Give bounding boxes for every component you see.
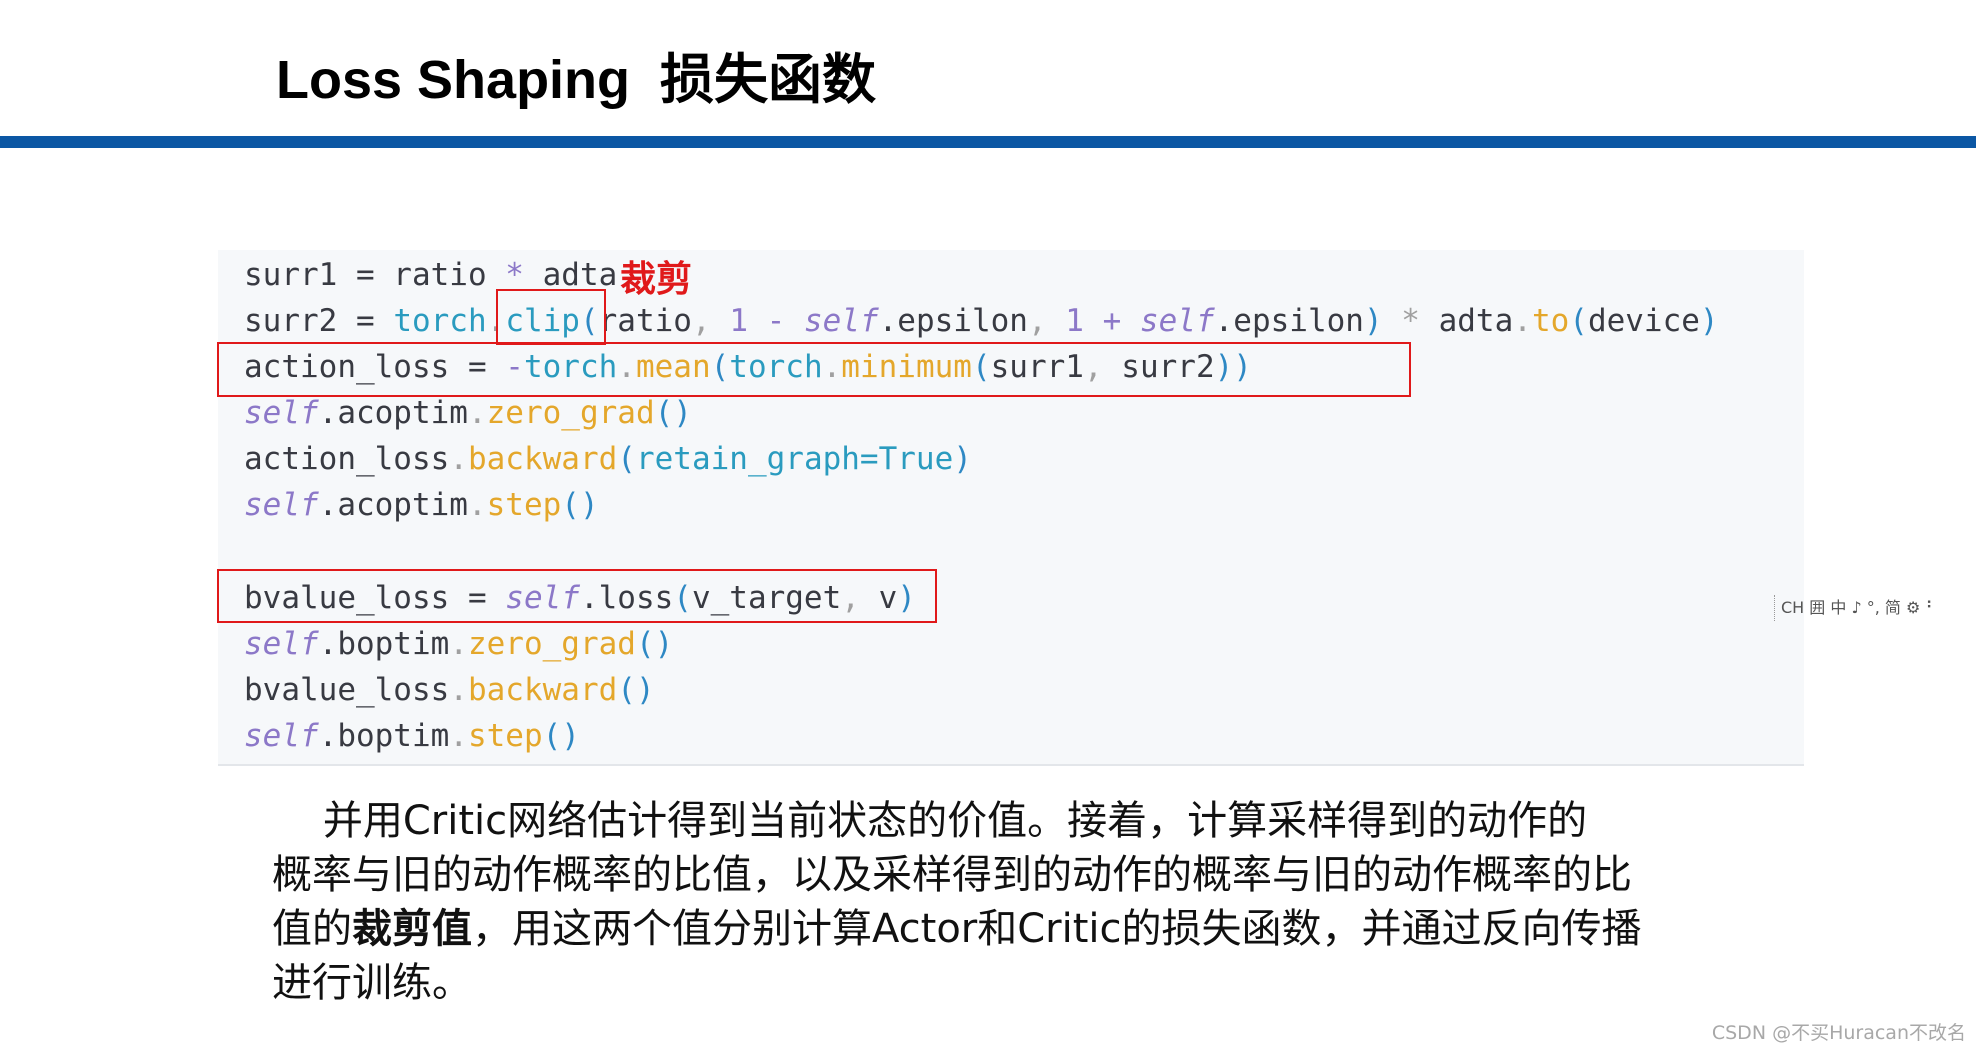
code-operator: - <box>747 303 804 339</box>
code-method: backward <box>467 441 618 477</box>
code-text: surr2 = <box>244 303 394 339</box>
code-dot: . <box>449 626 468 662</box>
code-paren: ) <box>1363 303 1383 339</box>
code-dot: . <box>467 395 487 431</box>
code-dot: . <box>449 672 468 708</box>
clip-annotation-label: 裁剪 <box>620 259 693 300</box>
code-dot: . <box>467 487 487 523</box>
code-module: torch <box>393 303 487 339</box>
code-text: .epsilon <box>1214 303 1364 339</box>
code-self: self <box>1139 303 1215 339</box>
code-dot: . <box>449 718 468 754</box>
code-dot: . <box>449 441 468 477</box>
action-loss-highlight-box <box>217 342 1411 397</box>
code-number: 1 <box>1065 303 1084 339</box>
code-self: self <box>244 626 319 662</box>
code-self: self <box>244 395 319 431</box>
paragraph-emphasis: 裁剪值 <box>352 906 472 952</box>
code-self: self <box>244 718 319 754</box>
watermark: CSDN @不买Huracan不改名 <box>1711 1022 1966 1044</box>
code-comma: , <box>691 303 711 339</box>
code-paren: ) <box>1699 303 1719 339</box>
code-text: surr1 = ratio <box>244 257 506 293</box>
paragraph-line: 并用Critic网络估计得到当前状态的价值。接着，计算采样得到的动作的 <box>272 798 1588 844</box>
code-text: .boptim <box>318 626 450 662</box>
code-keyword-arg: retain_graph=True <box>635 441 954 477</box>
clip-highlight-box <box>496 289 606 345</box>
code-method: step <box>467 718 543 754</box>
code-method: to <box>1531 303 1570 339</box>
code-operator: + <box>1083 303 1140 339</box>
paragraph-line: 值的裁剪值，用这两个值分别计算Actor和Critic的损失函数，并通过反向传播 <box>272 902 1772 956</box>
code-paren: () <box>542 718 580 754</box>
code-number: 1 <box>729 303 748 339</box>
code-line-8: self.boptim.zero_grad() <box>244 621 673 667</box>
code-text: .acoptim <box>318 395 468 431</box>
code-self: self <box>244 487 319 523</box>
slide-title: Loss Shaping 损失函数 <box>276 50 877 110</box>
code-paren: () <box>654 395 692 431</box>
code-paren: ( <box>617 441 636 477</box>
code-paren: () <box>635 626 674 662</box>
code-method: zero_grad <box>486 395 655 431</box>
description-paragraph: 并用Critic网络估计得到当前状态的价值。接着，计算采样得到的动作的 概率与旧… <box>272 794 1772 1010</box>
code-text: bvalue_loss <box>244 672 450 708</box>
code-text: adta <box>523 257 618 293</box>
code-method: step <box>486 487 562 523</box>
code-paren: ) <box>953 441 972 477</box>
code-text: adta <box>1438 303 1514 339</box>
bvalue-loss-highlight-box <box>217 569 937 623</box>
code-line-9: bvalue_loss.backward() <box>244 667 655 713</box>
code-comma: , <box>1027 303 1047 339</box>
code-method: backward <box>467 672 618 708</box>
code-text: action_loss <box>244 441 450 477</box>
ime-toolbar[interactable]: CH 囲 中 ♪ °, 简 ⚙ ⠃ <box>1774 595 1937 621</box>
code-text: device <box>1587 303 1700 339</box>
code-method: zero_grad <box>467 626 636 662</box>
code-text: ratio <box>598 303 692 339</box>
title-divider <box>0 136 1976 148</box>
code-operator: * <box>1382 303 1439 339</box>
code-line-10: self.boptim.step() <box>244 713 580 759</box>
code-paren: () <box>561 487 599 523</box>
code-line-2: surr2 = torch.clip(ratio, 1 - self.epsil… <box>244 298 1719 344</box>
code-text: .acoptim <box>318 487 468 523</box>
code-line-5: action_loss.backward(retain_graph=True) <box>244 436 972 482</box>
code-text: .boptim <box>318 718 450 754</box>
paragraph-line: 进行训练。 <box>272 960 472 1006</box>
code-operator: * <box>505 257 524 293</box>
paragraph-line: 概率与旧的动作概率的比值，以及采样得到的动作的概率与旧的动作概率的比 <box>272 852 1632 898</box>
code-panel: surr1 = ratio * adta surr2 = torch.clip(… <box>218 250 1804 766</box>
code-paren: () <box>617 672 655 708</box>
code-text: .epsilon <box>878 303 1028 339</box>
code-dot: . <box>1513 303 1532 339</box>
code-self: self <box>803 303 879 339</box>
code-paren: ( <box>1569 303 1588 339</box>
paragraph-text: 值的 <box>272 906 352 952</box>
code-line-6: self.acoptim.step() <box>244 482 599 528</box>
paragraph-text: ，用这两个值分别计算Actor和Critic的损失函数，并通过反向传播 <box>472 906 1642 952</box>
